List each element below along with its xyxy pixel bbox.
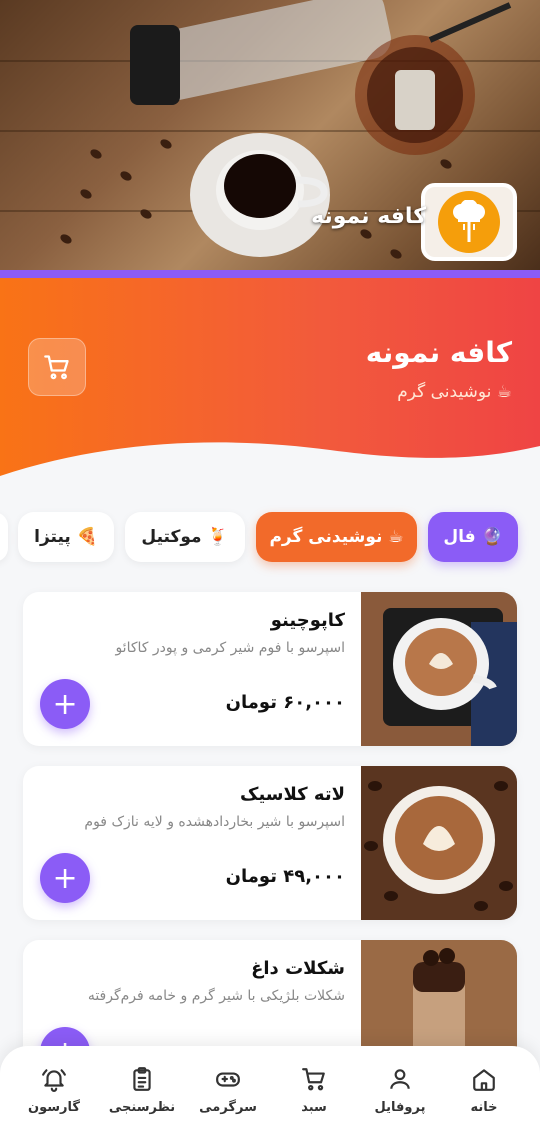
nav-item-profile[interactable]: پروفایل [360,1066,440,1115]
nav-label: پروفایل [374,1100,426,1115]
nav-item-survey[interactable]: نظرسنجی [102,1066,182,1115]
chip-partial[interactable] [0,512,8,562]
hero-banner: کافه نمونه [0,0,540,272]
wave-divider [0,442,540,488]
chip-fal[interactable]: 🔮 فال [428,512,518,562]
page-title: کافه نمونه [365,336,512,369]
cart-button[interactable] [28,338,86,396]
product-price: ۶۰,۰۰۰ تومان [225,692,345,713]
gamepad-icon [216,1072,240,1087]
product-card[interactable]: کاپوچینو اسپرسو با فوم شیر کرمی و پودر ک… [23,592,517,746]
product-name: کاپوچینو [270,610,345,631]
home-icon [473,1069,495,1091]
nav-label: سرگرمی [199,1100,257,1115]
hero-accent-bar [0,270,540,278]
add-to-cart-button[interactable]: + [40,853,90,903]
bottom-navigation: خانه پروفایل سبد سرگرمی نظرسنجی گارسون [0,1046,540,1140]
cart-icon [44,355,69,380]
nav-item-entertainment[interactable]: سرگرمی [188,1066,268,1115]
add-to-cart-button[interactable]: + [40,679,90,729]
product-name: لاته کلاسیک [240,784,345,805]
category-header: کافه نمونه ☕ نوشیدنی گرم [0,278,540,488]
product-image [361,592,517,746]
nav-label: سبد [301,1100,327,1115]
product-image [361,766,517,920]
nav-label: نظرسنجی [108,1100,176,1115]
nav-label: گارسون [28,1100,80,1115]
product-description: شکلات بلژیکی با شیر گرم و خامه فرم‌گرفته [87,988,345,1004]
clipboard-icon [133,1067,151,1091]
chip-pizza[interactable]: 🍕 پیتزا [18,512,114,562]
product-description: اسپرسو با فوم شیر کرمی و پودر کاکائو [115,640,345,656]
chip-hot-drinks[interactable]: ☕ نوشیدنی گرم [256,512,417,562]
product-price: ۴۹,۰۰۰ تومان [225,866,345,887]
product-card[interactable]: لاته کلاسیک اسپرسو با شیر بخاردادهشده و … [23,766,517,920]
plus-icon: + [52,686,78,722]
plus-icon: + [52,860,78,896]
chip-mocktail[interactable]: 🍹 موکتیل [125,512,245,562]
nav-label: خانه [470,1100,498,1115]
product-description: اسپرسو با شیر بخاردادهشده و لایه نازک فو… [84,814,345,830]
nav-item-waiter[interactable]: گارسون [14,1066,94,1115]
user-icon [390,1069,410,1089]
chef-hat-fork-icon [438,191,500,253]
category-subtitle: ☕ نوشیدنی گرم [397,382,512,402]
nav-item-cart[interactable]: سبد [274,1066,354,1115]
cart-icon [302,1068,325,1091]
product-name: شکلات داغ [251,958,345,979]
category-chips: 🔮 فال ☕ نوشیدنی گرم 🍹 موکتیل 🍕 پیتزا [0,512,540,564]
bell-icon [42,1069,66,1092]
hero-cafe-name: کافه نمونه [311,204,426,229]
cafe-logo [421,183,517,261]
nav-item-home[interactable]: خانه [444,1066,524,1115]
